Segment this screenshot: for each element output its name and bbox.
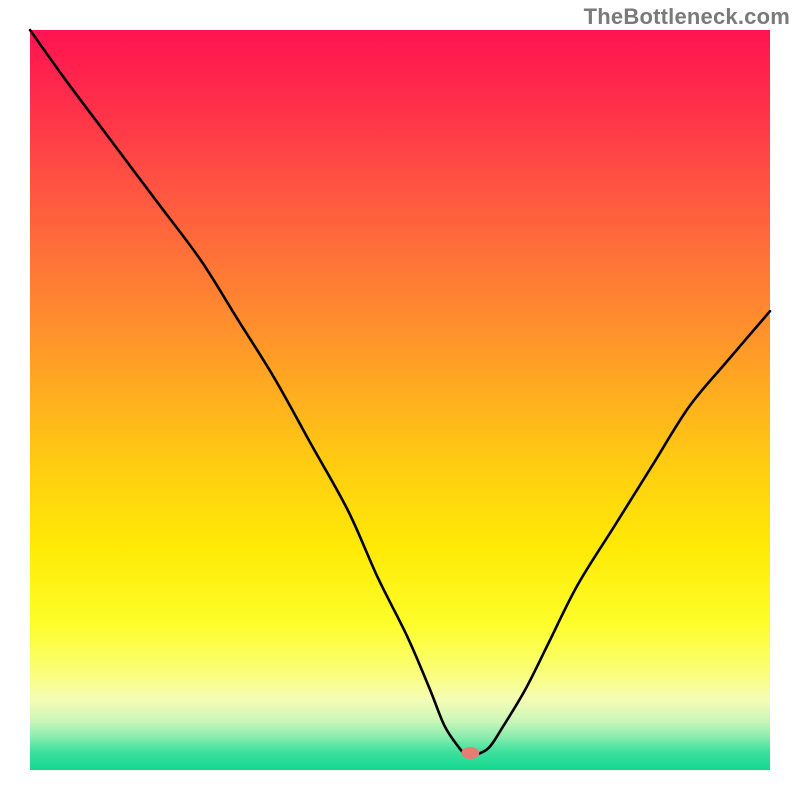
chart-container: TheBottleneck.com bbox=[0, 0, 800, 800]
watermark-text: TheBottleneck.com bbox=[584, 4, 790, 30]
bottleneck-plot bbox=[0, 0, 800, 800]
gradient-background bbox=[30, 30, 770, 770]
optimum-marker bbox=[461, 747, 479, 759]
